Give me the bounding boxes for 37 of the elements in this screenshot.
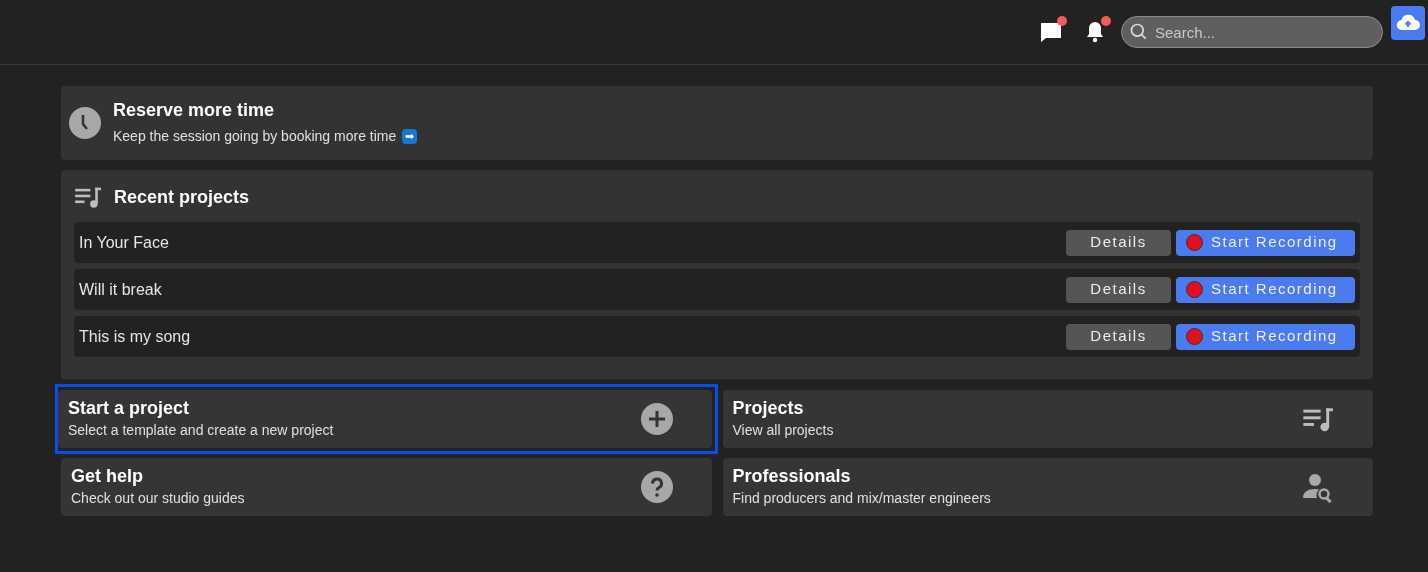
record-icon (1186, 328, 1203, 345)
project-row[interactable]: This is my song Details Start Recording (74, 316, 1360, 357)
card-subtitle: Select a template and create a new project (68, 420, 334, 440)
project-name: This is my song (79, 326, 192, 347)
card-subtitle: Check out our studio guides (71, 488, 245, 508)
reserve-card[interactable]: Reserve more time Keep the session going by booking more time ➡ (61, 86, 1373, 160)
plus-icon (640, 403, 673, 435)
record-icon (1186, 281, 1203, 298)
search-icon (1129, 22, 1149, 42)
search-field[interactable]: Search... (1121, 16, 1383, 48)
project-row[interactable]: In Your Face Details Start Recording (74, 222, 1360, 263)
help-icon (640, 471, 673, 503)
card-title: Projects (732, 397, 805, 420)
clock-icon (69, 107, 101, 139)
card-subtitle: Keep the session going by booking more time (113, 126, 397, 146)
arrow-link[interactable]: ➡ (402, 128, 418, 144)
panel-title: Recent projects (114, 185, 250, 209)
card-subtitle: View all projects (732, 420, 834, 440)
details-button[interactable]: Details (1066, 323, 1171, 350)
project-name: In Your Face (79, 232, 170, 253)
card-title: Get help (71, 465, 144, 488)
project-name: Will it break (79, 279, 163, 300)
details-button[interactable]: Details (1066, 276, 1171, 303)
record-icon (1186, 234, 1203, 251)
shortcut-card[interactable]: Projects View all projects (722, 390, 1373, 448)
shortcut-card[interactable]: Start a project Select a template and create a new project (58, 390, 712, 448)
chat-icon[interactable] (1039, 20, 1063, 44)
card-title: Professionals (732, 465, 852, 488)
details-button[interactable]: Details (1066, 229, 1171, 256)
shortcut-card[interactable]: Get help Check out our studio guides (61, 458, 712, 516)
card-title: Reserve more time (113, 99, 276, 122)
upload-button[interactable] (1391, 6, 1425, 40)
project-row[interactable]: Will it break Details Start Recording (74, 269, 1360, 310)
card-title: Start a project (68, 397, 191, 420)
shortcut-card[interactable]: Professionals Find producers and mix/master engineers (722, 458, 1373, 516)
person-search-icon (1302, 471, 1334, 503)
card-subtitle: Find producers and mix/master engineers (732, 488, 991, 508)
